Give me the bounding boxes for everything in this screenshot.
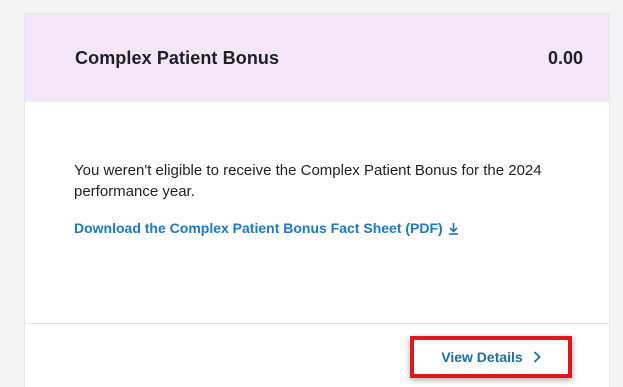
card-header: Complex Patient Bonus 0.00 — [25, 14, 609, 102]
fact-sheet-link-label: Download the Complex Patient Bonus Fact … — [74, 220, 443, 236]
chevron-right-icon — [533, 351, 541, 363]
download-arrow-icon — [448, 222, 459, 235]
view-details-button[interactable]: View Details — [410, 336, 572, 378]
view-details-label: View Details — [441, 349, 523, 365]
bonus-amount: 0.00 — [547, 47, 583, 68]
bonus-card: Complex Patient Bonus 0.00 You weren't e… — [25, 14, 609, 387]
card-body: You weren't eligible to receive the Comp… — [25, 102, 609, 323]
card-footer: View Details — [25, 324, 609, 387]
eligibility-message: You weren't eligible to receive the Comp… — [74, 162, 542, 200]
card-title: Complex Patient Bonus — [75, 47, 280, 68]
fact-sheet-download-link[interactable]: Download the Complex Patient Bonus Fact … — [74, 220, 459, 236]
